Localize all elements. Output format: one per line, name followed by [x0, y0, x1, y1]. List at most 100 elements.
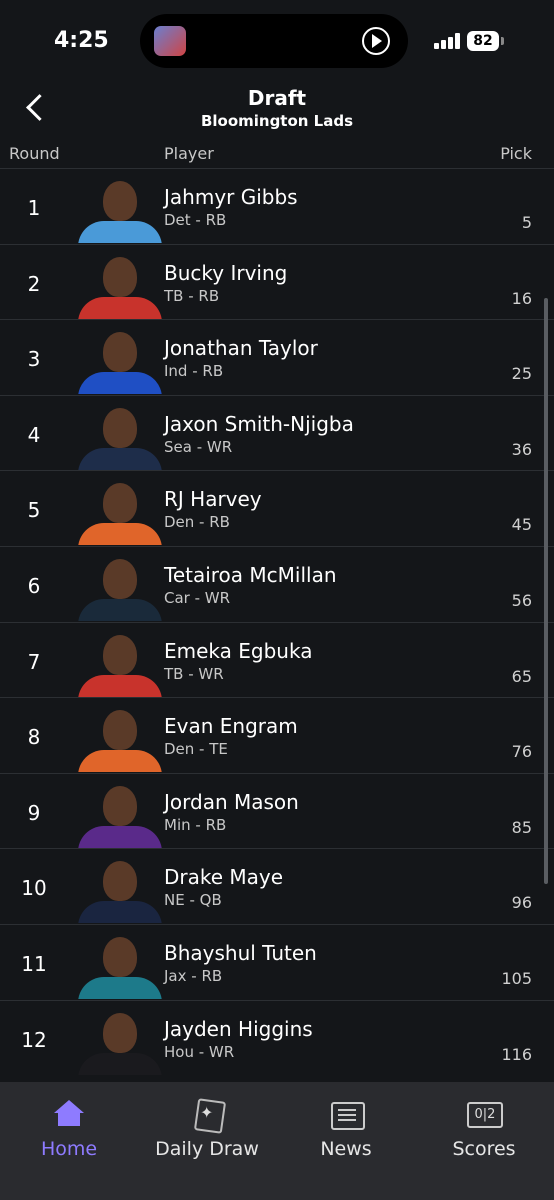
jersey — [78, 447, 162, 470]
player-name: Bucky Irving — [164, 260, 288, 285]
player-team-position: NE - QB — [164, 891, 222, 910]
tab-label: Scores — [452, 1138, 516, 1160]
tab-label: Daily Draw — [155, 1138, 259, 1160]
jersey — [78, 221, 162, 243]
player-photo — [74, 404, 166, 470]
player-team-position: Min - RB — [164, 815, 227, 834]
pick-row[interactable]: 12 Jayden Higgins Hou - WR 116 — [0, 999, 554, 1076]
tab-label: Home — [40, 1138, 98, 1160]
tab-scores[interactable]: Scores — [415, 1100, 553, 1160]
pick-row[interactable]: 3 Jonathan Taylor Ind - RB 25 — [0, 319, 554, 395]
jersey — [78, 296, 162, 319]
player-name: Jayden Higgins — [164, 1016, 313, 1041]
tab-bar: Home Daily Draw News Scores — [0, 1082, 554, 1200]
player-head — [103, 256, 137, 297]
play-icon[interactable] — [362, 27, 390, 55]
player-team-position: Jax - RB — [164, 966, 223, 985]
player-head — [103, 861, 137, 902]
home-icon — [52, 1100, 86, 1128]
player-name: Jaxon Smith-Njigba — [164, 411, 354, 436]
scoreboard-icon — [467, 1100, 503, 1128]
player-head — [103, 483, 137, 524]
pick-row[interactable]: 5 RJ Harvey Den - RB 45 — [0, 470, 554, 546]
pick-number: 45 — [511, 515, 532, 535]
player-photo — [74, 857, 166, 924]
tab-daily-draw[interactable]: Daily Draw — [138, 1100, 276, 1160]
player-team-position: TB - RB — [164, 286, 220, 305]
jersey — [78, 825, 162, 848]
player-head — [103, 181, 137, 221]
round-number: 5 — [27, 498, 41, 523]
pick-row[interactable]: 1 Jahmyr Gibbs Det - RB 5 — [0, 168, 554, 244]
player-head — [103, 558, 137, 599]
player-head — [103, 634, 137, 675]
player-head — [103, 936, 137, 977]
pick-number: 85 — [511, 817, 532, 837]
jersey — [78, 674, 162, 697]
draft-pick-list: 1 Jahmyr Gibbs Det - RB 5 2 Bucky Irving TB - … — [0, 168, 554, 1075]
round-number: 11 — [21, 951, 47, 976]
column-headers: Round Player Pick — [0, 140, 554, 170]
signal-icon — [434, 33, 462, 49]
player-head — [103, 332, 137, 373]
player-photo — [74, 555, 166, 621]
round-number: 8 — [27, 725, 41, 750]
jersey — [78, 1052, 162, 1075]
player-head — [103, 710, 137, 751]
round-number: 6 — [27, 573, 41, 598]
round-column-header: Round — [9, 144, 60, 163]
round-number: 9 — [27, 800, 41, 825]
round-number: 2 — [27, 271, 41, 296]
player-name: Jordan Mason — [164, 789, 299, 814]
scrollbar[interactable] — [544, 298, 548, 884]
jersey — [78, 976, 162, 999]
pick-column-header: Pick — [500, 144, 532, 163]
player-name: Emeka Egbuka — [164, 638, 313, 663]
round-number: 10 — [21, 876, 47, 901]
round-number: 7 — [27, 649, 41, 674]
player-name: Jahmyr Gibbs — [164, 185, 298, 209]
pick-number: 116 — [501, 1044, 532, 1064]
round-number: 1 — [27, 196, 41, 220]
battery-icon: 82 — [467, 31, 504, 51]
newspaper-icon — [329, 1100, 365, 1130]
jersey — [78, 901, 162, 924]
pick-row[interactable]: 9 Jordan Mason Min - RB 85 — [0, 772, 554, 849]
dynamic-island[interactable] — [140, 14, 408, 68]
player-head — [103, 785, 137, 826]
jersey — [78, 372, 162, 395]
page-title: Draft — [247, 86, 307, 110]
tab-home[interactable]: Home — [0, 1100, 138, 1160]
player-team-position: Den - RB — [164, 513, 230, 532]
player-photo — [74, 177, 166, 243]
player-photo — [74, 631, 166, 697]
tab-news[interactable]: News — [277, 1100, 415, 1160]
player-team-position: Sea - WR — [164, 437, 233, 456]
status-bar: 4:25 82 — [0, 0, 554, 82]
player-team-position: Ind - RB — [164, 362, 224, 381]
pick-row[interactable]: 7 Emeka Egbuka TB - WR 65 — [0, 621, 554, 698]
player-photo — [74, 479, 166, 546]
player-name: Drake Maye — [164, 865, 284, 890]
pick-number: 96 — [511, 893, 532, 913]
player-photo — [74, 933, 166, 999]
round-number: 3 — [27, 347, 41, 372]
pick-number: 5 — [521, 213, 532, 232]
pick-row[interactable]: 11 Bhayshul Tuten Jax - RB 105 — [0, 923, 554, 1000]
round-number: 4 — [27, 422, 41, 447]
pick-row[interactable]: 4 Jaxon Smith-Njigba Sea - WR 36 — [0, 394, 554, 471]
player-name: Evan Engram — [164, 714, 298, 739]
pick-row[interactable]: 2 Bucky Irving TB - RB 16 — [0, 243, 554, 320]
pick-number: 105 — [501, 968, 532, 988]
pick-number: 25 — [511, 364, 532, 384]
pick-row[interactable]: 6 Tetairoa McMillan Car - WR 56 — [0, 545, 554, 622]
player-team-position: TB - WR — [164, 664, 224, 683]
player-name: Jonathan Taylor — [164, 336, 318, 361]
pick-number: 36 — [511, 439, 532, 459]
player-photo — [74, 1009, 166, 1075]
app-icon — [154, 26, 186, 56]
pick-row[interactable]: 8 Evan Engram Den - TE 76 — [0, 697, 554, 773]
player-name: Tetairoa McMillan — [164, 562, 337, 587]
pick-row[interactable]: 10 Drake Maye NE - QB 96 — [0, 848, 554, 924]
player-name: RJ Harvey — [164, 487, 262, 512]
